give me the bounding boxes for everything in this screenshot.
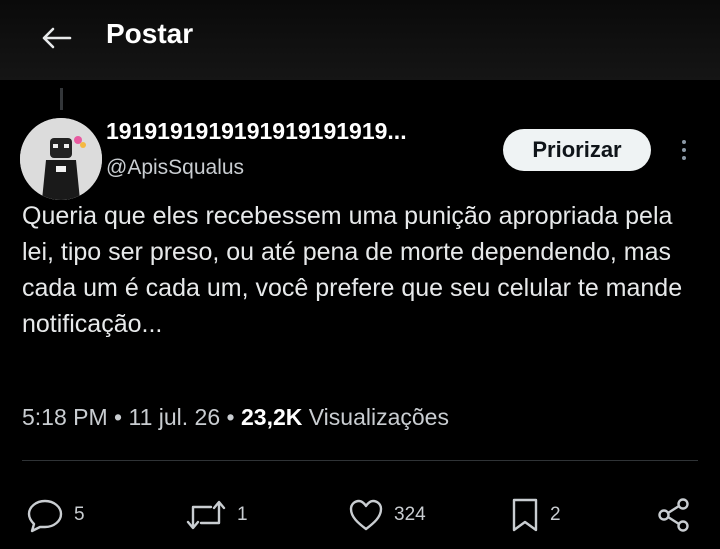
heart-icon xyxy=(349,499,383,531)
action-bar: 5 1 324 2 xyxy=(0,490,720,540)
avatar[interactable] xyxy=(20,118,102,200)
user-handle[interactable]: @ApisSqualus xyxy=(106,156,244,180)
retweet-count: 1 xyxy=(237,504,248,525)
divider xyxy=(22,460,698,461)
thread-connector-line xyxy=(60,88,63,110)
back-button[interactable] xyxy=(36,20,76,56)
tweet-text: Queria que eles recebessem uma punição a… xyxy=(22,202,683,338)
arrow-left-icon xyxy=(42,27,72,49)
retweet-button[interactable]: 1 xyxy=(185,490,248,540)
share-icon xyxy=(658,498,689,532)
tweet-metadata: 5:18 PM • 11 jul. 26 • 23,2K Visualizaçõ… xyxy=(22,404,449,431)
separator-dot: • xyxy=(226,404,241,430)
tweet-time[interactable]: 5:18 PM xyxy=(22,404,108,430)
avatar-image xyxy=(20,118,102,200)
bookmark-count: 2 xyxy=(550,504,561,525)
like-button[interactable]: 324 xyxy=(348,490,426,540)
share-button[interactable] xyxy=(656,490,692,540)
priorize-button[interactable]: Priorizar xyxy=(503,129,651,171)
like-count: 324 xyxy=(394,504,426,525)
bookmark-button[interactable]: 2 xyxy=(510,490,561,540)
tweet-date[interactable]: 11 jul. 26 xyxy=(129,404,221,430)
top-bar: Postar xyxy=(0,0,720,80)
more-options-button[interactable] xyxy=(674,134,694,166)
views-label[interactable]: Visualizações xyxy=(309,404,449,430)
separator-dot: • xyxy=(114,404,129,430)
reply-icon xyxy=(27,499,63,533)
page-title: Postar xyxy=(106,18,194,49)
views-count: 23,2K xyxy=(240,404,303,430)
more-dots-icon xyxy=(682,140,686,144)
reply-button[interactable]: 5 xyxy=(26,490,85,540)
reply-count: 5 xyxy=(74,504,85,525)
bookmark-icon xyxy=(512,498,538,532)
retweet-icon xyxy=(186,500,226,530)
display-name[interactable]: 1919191919191919191919... xyxy=(106,118,407,145)
